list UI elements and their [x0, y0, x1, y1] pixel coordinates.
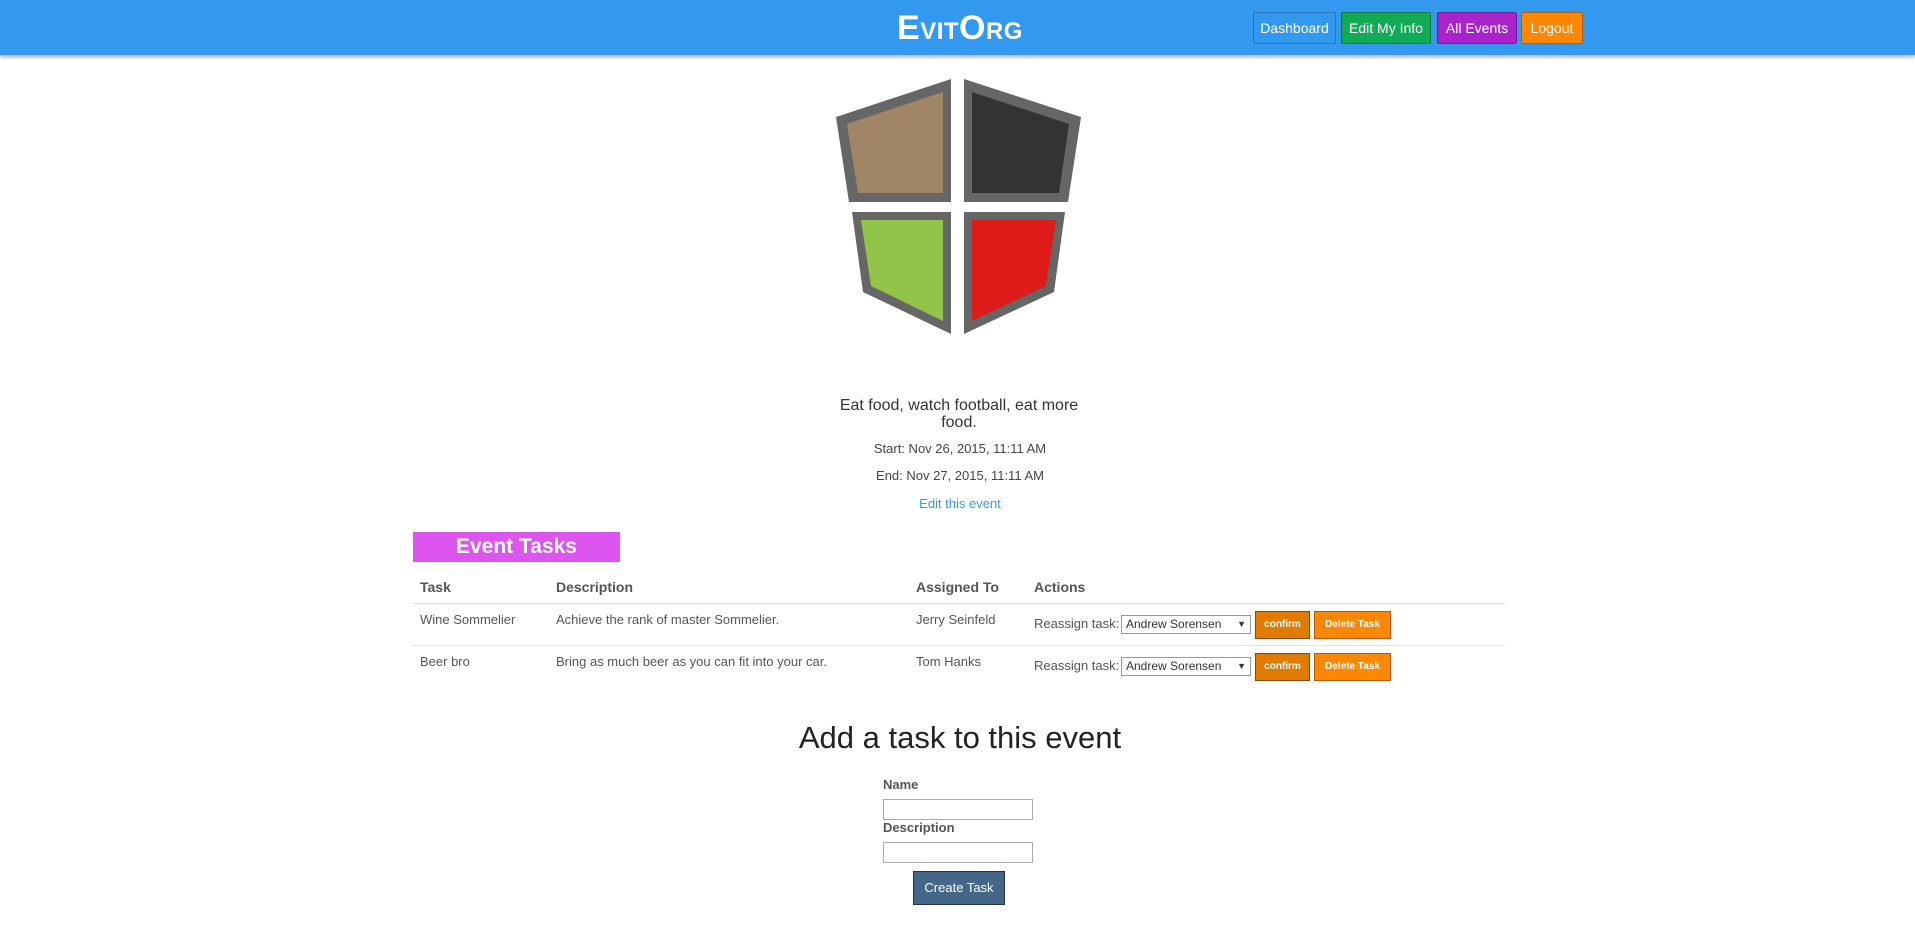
- column-header-description: Description: [556, 579, 634, 595]
- task-name-input[interactable]: [883, 799, 1033, 820]
- reassign-selected-value: Andrew Sorensen: [1126, 617, 1222, 631]
- event-end-time: End: Nov 27, 2015, 11:11 AM: [876, 468, 1044, 483]
- delete-task-button[interactable]: Delete Task: [1314, 611, 1391, 639]
- dashboard-button[interactable]: Dashboard: [1253, 12, 1336, 44]
- reassign-task-select[interactable]: Andrew Sorensen ▼: [1121, 615, 1251, 634]
- delete-task-button[interactable]: Delete Task: [1314, 653, 1391, 681]
- logout-button[interactable]: Logout: [1521, 12, 1583, 44]
- event-start-time: Start: Nov 26, 2015, 11:11 AM: [873, 441, 1047, 456]
- event-description: Eat food, watch football, eat more food.: [839, 397, 1079, 431]
- reassign-task-label: Reassign task:: [1034, 658, 1120, 673]
- edit-event-link[interactable]: Edit this event: [860, 496, 1060, 511]
- confirm-reassign-button[interactable]: confirm: [1255, 611, 1310, 639]
- edit-my-info-button[interactable]: Edit My Info: [1341, 12, 1431, 44]
- dropdown-arrow-icon: ▼: [1237, 619, 1246, 629]
- column-header-actions: Actions: [1034, 579, 1086, 595]
- reassign-task-label: Reassign task:: [1034, 616, 1120, 631]
- event-tasks-heading: Event Tasks: [413, 532, 620, 562]
- reassign-task-select[interactable]: Andrew Sorensen ▼: [1121, 657, 1251, 676]
- task-assignee: Tom Hanks: [916, 654, 982, 669]
- table-divider: [413, 645, 1505, 646]
- table-divider: [413, 603, 1505, 604]
- column-header-assigned-to: Assigned To: [916, 579, 999, 595]
- task-name: Beer bro: [420, 654, 470, 669]
- task-assignee: Jerry Seinfeld: [916, 612, 996, 627]
- task-description-input[interactable]: [883, 842, 1033, 863]
- brand-logo-text[interactable]: EvitOrg: [860, 8, 1060, 48]
- all-events-button[interactable]: All Events: [1437, 12, 1517, 44]
- reassign-selected-value: Andrew Sorensen: [1126, 659, 1222, 673]
- event-shield-logo: [836, 79, 1081, 334]
- task-description: Achieve the rank of master Sommelier.: [556, 612, 780, 627]
- dropdown-arrow-icon: ▼: [1237, 661, 1246, 671]
- column-header-task: Task: [420, 579, 451, 595]
- task-name: Wine Sommelier: [420, 612, 516, 627]
- create-task-button[interactable]: Create Task: [913, 871, 1005, 905]
- description-field-label: Description: [883, 820, 955, 835]
- name-field-label: Name: [883, 777, 919, 792]
- task-description: Bring as much beer as you can fit into y…: [556, 654, 827, 669]
- add-task-heading: Add a task to this event: [798, 720, 1122, 755]
- confirm-reassign-button[interactable]: confirm: [1255, 653, 1310, 681]
- top-navbar: EvitOrg Dashboard Edit My Info All Event…: [0, 0, 1915, 55]
